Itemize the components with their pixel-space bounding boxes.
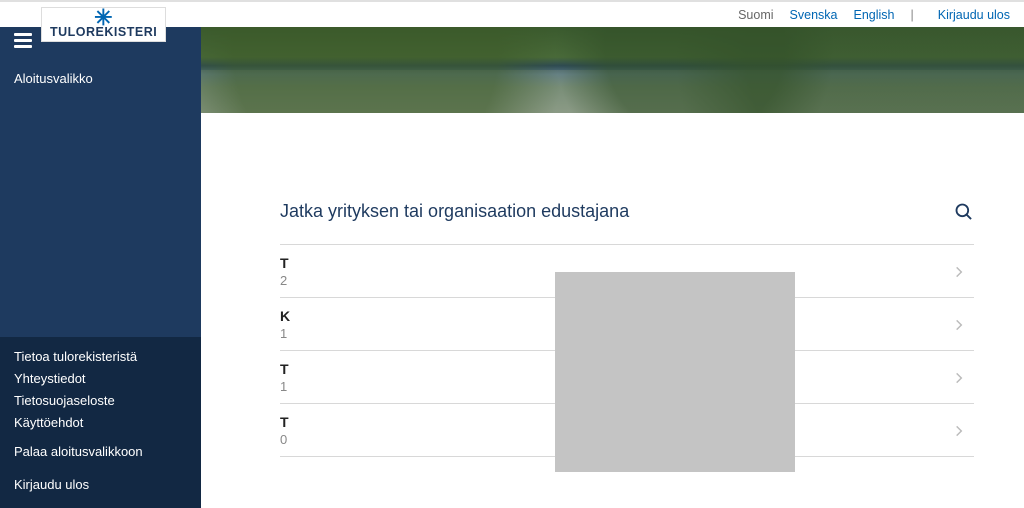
banner-image [201,27,1024,113]
sidebar-item-kayttoehdot[interactable]: Käyttöehdot [14,415,187,430]
hamburger-icon[interactable] [14,33,32,48]
logo[interactable]: ✳ TULOREKISTERI [41,7,166,42]
row-title: T [280,414,289,430]
top-logout-link[interactable]: Kirjaudu ulos [938,8,1010,22]
sidebar-item-aloitusvalikko[interactable]: Aloitusvalikko [14,71,187,86]
sidebar-item-yhteystiedot[interactable]: Yhteystiedot [14,371,187,386]
sidebar: ✳ TULOREKISTERI Aloitusvalikko Tietoa tu… [0,27,201,508]
row-sub: 2 [280,273,289,288]
sidebar-item-kirjaudu-ulos[interactable]: Kirjaudu ulos [14,477,187,492]
row-sub: 1 [280,379,289,394]
row-title: K [280,308,290,324]
chevron-right-icon [952,318,966,332]
content: Jatka yrityksen tai organisaation edusta… [201,27,1024,508]
sidebar-item-tietoa[interactable]: Tietoa tulorekisteristä [14,349,187,364]
logo-asterisk-icon: ✳ [94,11,113,25]
search-icon[interactable] [954,202,974,222]
chevron-right-icon [952,424,966,438]
logo-text: TULOREKISTERI [50,25,157,39]
lang-svenska[interactable]: Svenska [790,8,838,22]
chevron-right-icon [952,371,966,385]
lang-suomi[interactable]: Suomi [738,8,773,22]
sidebar-item-tietosuojaseloste[interactable]: Tietosuojaseloste [14,393,187,408]
redaction-overlay [555,272,795,472]
row-title: T [280,361,289,377]
row-sub: 1 [280,326,290,341]
top-divider: | [910,8,913,22]
page-title: Jatka yrityksen tai organisaation edusta… [280,201,629,222]
section-header: Jatka yrityksen tai organisaation edusta… [280,201,974,222]
sidebar-bottom: Tietoa tulorekisteristä Yhteystiedot Tie… [0,337,201,508]
lang-english[interactable]: English [853,8,894,22]
sidebar-item-palaa[interactable]: Palaa aloitusvalikkoon [14,444,187,459]
row-sub: 0 [280,432,289,447]
chevron-right-icon [952,265,966,279]
row-title: T [280,255,289,271]
